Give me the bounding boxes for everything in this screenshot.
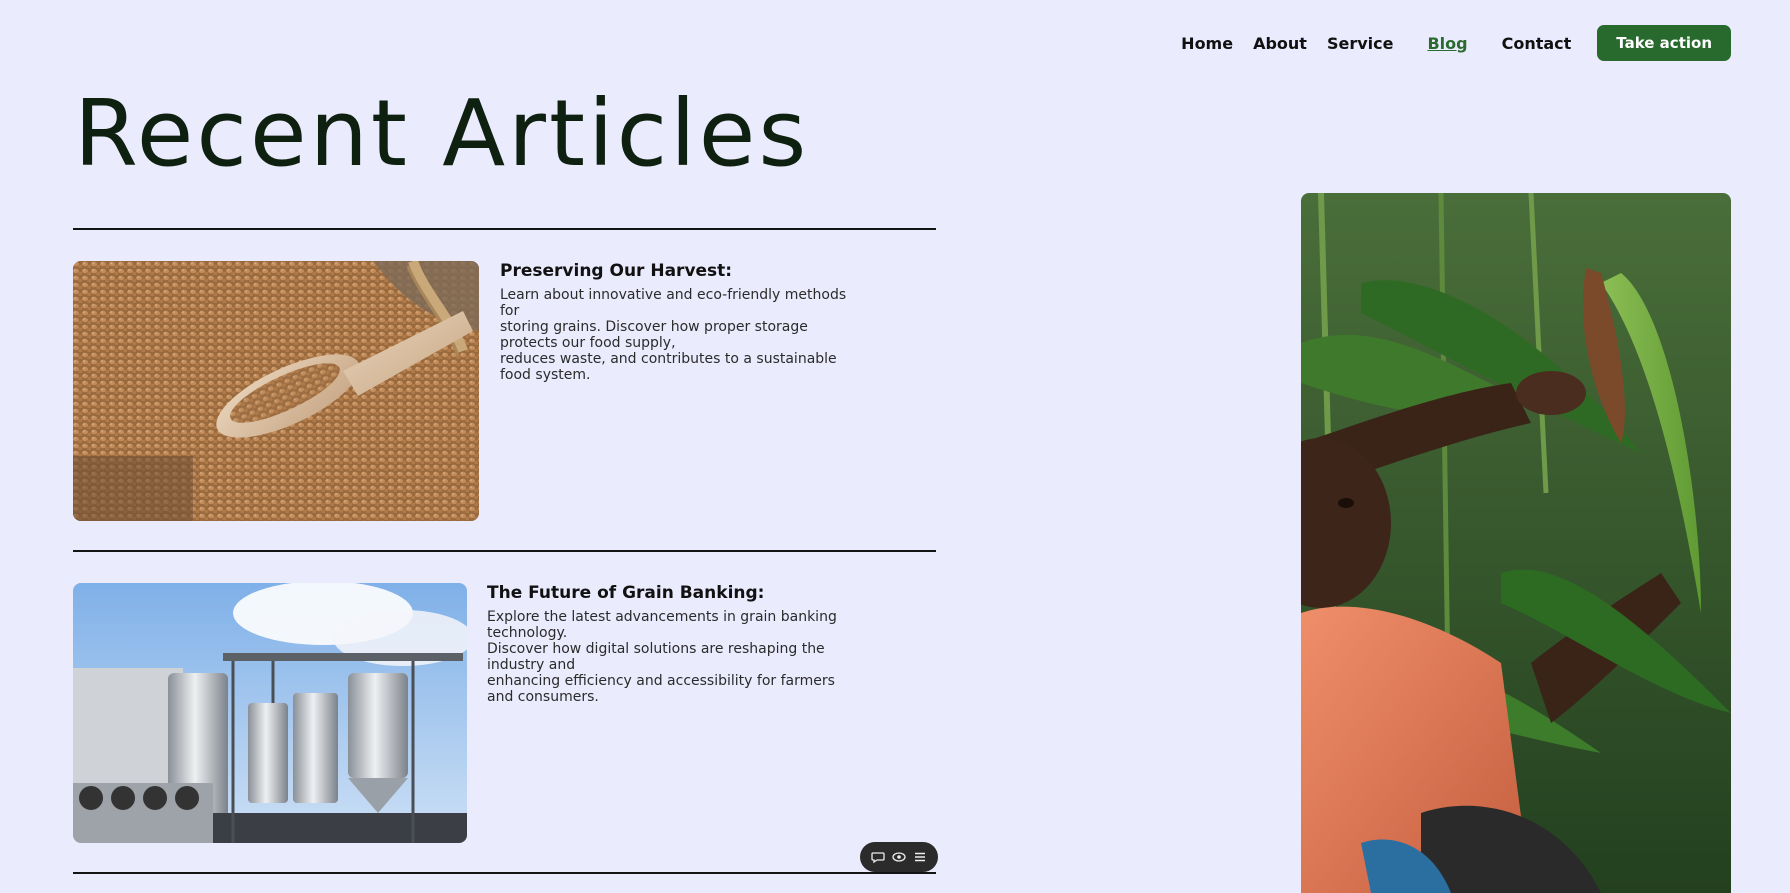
page: Home About Service Blog Contact Take act… — [0, 0, 1790, 893]
comment-icon[interactable] — [871, 850, 885, 864]
article-2-text: The Future of Grain Banking: Explore the… — [487, 583, 852, 705]
nav-service-link[interactable]: Service — [1327, 34, 1394, 53]
article-2-body: Explore the latest advancements in grain… — [487, 609, 837, 705]
article-2-image[interactable] — [73, 583, 467, 843]
nav-about-link[interactable]: About — [1253, 34, 1307, 53]
nav-home-link[interactable]: Home — [1181, 34, 1233, 53]
hero-image — [1301, 193, 1731, 893]
grain-silos-illustration — [73, 583, 467, 843]
floating-toolbar — [860, 842, 938, 872]
divider — [73, 872, 936, 874]
grain-scoop-illustration — [73, 261, 479, 521]
nav-contact-link[interactable]: Contact — [1502, 34, 1572, 53]
farmer-corn-illustration — [1301, 193, 1731, 893]
article-2-heading[interactable]: The Future of Grain Banking: — [487, 583, 852, 603]
page-title: Recent Articles — [74, 80, 810, 187]
article-1-heading[interactable]: Preserving Our Harvest: — [500, 261, 865, 281]
divider — [73, 550, 936, 552]
take-action-button[interactable]: Take action — [1597, 25, 1731, 61]
article-1-text: Preserving Our Harvest: Learn about inno… — [500, 261, 865, 383]
divider — [73, 228, 936, 230]
article-1-image[interactable] — [73, 261, 479, 521]
menu-icon[interactable] — [913, 850, 927, 864]
article-1-body: Learn about innovative and eco-friendly … — [500, 287, 847, 383]
main-nav: Home About Service Blog Contact Take act… — [1181, 25, 1731, 61]
nav-blog-link[interactable]: Blog — [1427, 34, 1467, 53]
eye-icon[interactable] — [892, 850, 906, 864]
